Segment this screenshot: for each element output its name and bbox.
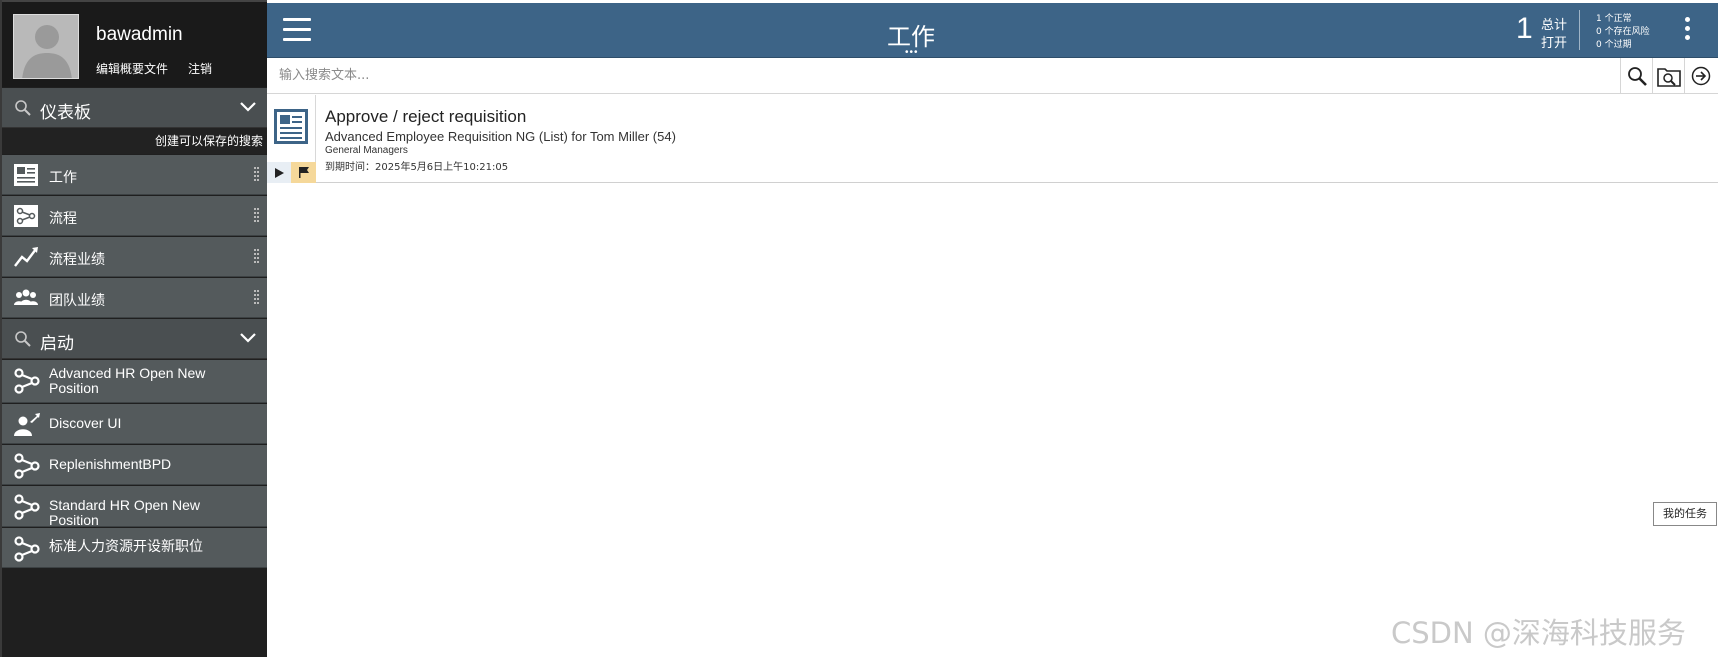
status-on-track: 1 个正常 — [1596, 14, 1632, 24]
dashboards-title: 仪表板 — [40, 103, 91, 123]
user-silhouette-icon — [14, 15, 78, 78]
more-options-icon[interactable] — [1683, 17, 1691, 45]
launch-item-replenishment[interactable]: ReplenishmentBPD — [2, 445, 267, 485]
search-icon — [1627, 66, 1647, 86]
launch-item-standard-hr-zh[interactable]: 标准人力资源开设新职位 — [2, 528, 267, 568]
launch-item-label: ReplenishmentBPD — [49, 456, 172, 472]
user-launch-icon — [14, 413, 40, 436]
task-title-link[interactable]: Approve / reject requisition — [325, 107, 526, 127]
work-list-icon — [14, 164, 38, 186]
launch-title: 启动 — [40, 334, 74, 354]
username: bawadmin — [96, 24, 183, 45]
search-icon — [15, 100, 31, 116]
sidebar-item-label: 团队业绩 — [49, 293, 105, 309]
task-subject: Advanced Employee Requisition NG (List) … — [325, 129, 676, 144]
launch-item-discover-ui[interactable]: Discover UI — [2, 404, 267, 444]
arrow-right-circle-icon — [1691, 66, 1710, 85]
performance-chart-icon — [14, 247, 38, 267]
total-label: 总计 — [1541, 18, 1568, 33]
process-flow-icon — [14, 453, 40, 479]
sidebar-item-process-performance[interactable]: 流程业绩 — [2, 237, 267, 277]
play-icon — [275, 167, 284, 178]
create-saved-search-link[interactable]: 创建可以保存的搜索 — [2, 128, 267, 154]
launch-item-label: Advanced HR Open New Position — [49, 365, 206, 396]
saved-search-button[interactable] — [1652, 58, 1684, 93]
launch-item-standard-hr[interactable]: Standard HR Open New Position — [2, 486, 267, 528]
sidebar-item-process[interactable]: 流程 — [2, 196, 267, 236]
drag-handle-icon[interactable] — [254, 249, 259, 265]
task-count: 1 — [1516, 12, 1533, 45]
drag-handle-icon[interactable] — [254, 167, 259, 183]
task-row[interactable]: Approve / reject requisition Advanced Em… — [267, 95, 1718, 183]
go-button[interactable] — [1684, 58, 1716, 93]
process-icon — [14, 205, 38, 227]
drag-handle-icon[interactable] — [254, 208, 259, 224]
drag-handle-icon[interactable] — [254, 290, 259, 306]
process-flow-icon — [14, 368, 40, 394]
sidebar: bawadmin 编辑概要文件 注销 仪表板 创建可以保存的搜索 工作 流程 流… — [0, 0, 267, 657]
process-flow-icon — [14, 536, 40, 562]
launch-item-advanced-hr[interactable]: Advanced HR Open New Position — [2, 360, 267, 403]
my-tasks-button[interactable]: 我的任务 — [1653, 502, 1717, 526]
sidebar-item-work[interactable]: 工作 — [2, 155, 267, 195]
status-at-risk: 0 个存在风险 — [1596, 27, 1650, 37]
title-more-dots[interactable]: ••• — [905, 47, 919, 58]
open-label: 打开 — [1541, 36, 1568, 51]
sidebar-item-team-performance[interactable]: 团队业绩 — [2, 278, 267, 318]
task-document-icon — [274, 109, 308, 144]
launch-item-label: Discover UI — [49, 415, 122, 431]
folder-search-icon — [1656, 67, 1681, 87]
sidebar-item-label: 工作 — [49, 170, 77, 186]
process-flow-icon — [14, 494, 40, 520]
status-overdue: 0 个过期 — [1596, 40, 1632, 50]
team-icon — [14, 289, 38, 305]
search-icon — [15, 331, 31, 347]
chevron-down-icon — [240, 333, 256, 343]
logout-link[interactable]: 注销 — [188, 60, 212, 77]
header-bar: 工作 ••• 1 总计 打开 1 个正常 0 个存在风险 0 个过期 — [267, 3, 1718, 58]
app-root: bawadmin 编辑概要文件 注销 仪表板 创建可以保存的搜索 工作 流程 流… — [0, 0, 1720, 657]
launch-section-header[interactable]: 启动 — [2, 319, 267, 359]
search-bar — [267, 58, 1718, 94]
flag-button[interactable] — [291, 162, 316, 183]
profile-panel: bawadmin 编辑概要文件 注销 — [2, 0, 267, 87]
watermark: CSDN @深海科技服务 — [1391, 616, 1686, 650]
divider — [1579, 10, 1580, 50]
task-team: General Managers — [325, 145, 408, 156]
flag-icon — [298, 167, 309, 178]
sidebar-item-label: 流程 — [49, 211, 77, 227]
dashboards-section-header[interactable]: 仪表板 — [2, 88, 267, 128]
avatar[interactable] — [13, 14, 79, 79]
menu-icon[interactable] — [283, 18, 311, 42]
play-button[interactable] — [267, 162, 291, 183]
chevron-down-icon — [240, 102, 256, 112]
task-due-date: 到期时间：2025年5月6日上午10:21:05 — [325, 162, 509, 173]
task-icon-box — [267, 95, 316, 183]
sidebar-item-label: 流程业绩 — [49, 252, 105, 268]
launch-item-label: Standard HR Open New Position — [49, 497, 200, 528]
launch-item-label: 标准人力资源开设新职位 — [49, 539, 203, 555]
edit-profile-link[interactable]: 编辑概要文件 — [96, 60, 168, 77]
search-button[interactable] — [1620, 58, 1652, 93]
search-input[interactable] — [267, 58, 1620, 93]
